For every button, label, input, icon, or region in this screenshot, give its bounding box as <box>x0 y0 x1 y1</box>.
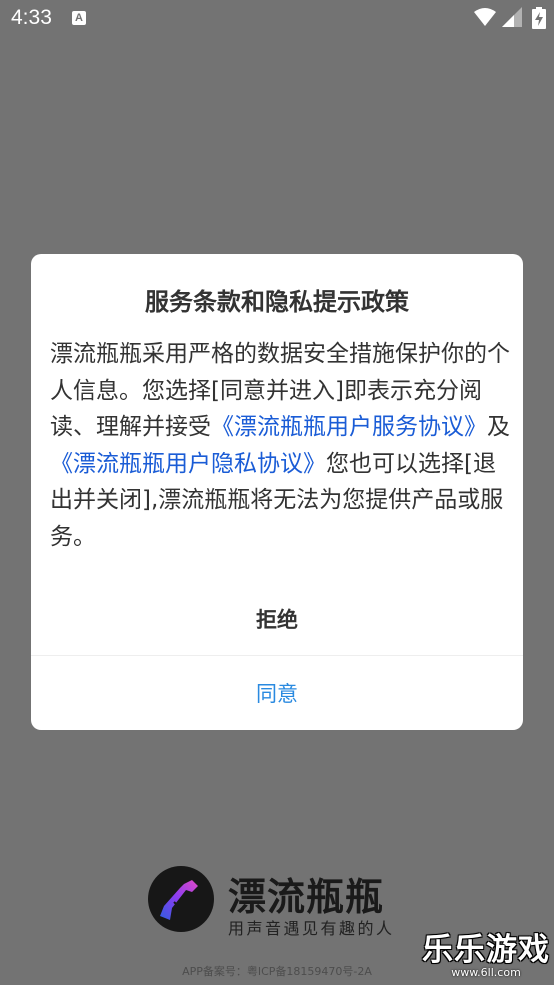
user-agreement-link[interactable]: 《漂流瓶瓶用户服务协议》 <box>211 414 487 440</box>
app-slogan: 用声音遇见有趣的人 <box>228 919 395 938</box>
status-bar: 4:33 A <box>0 0 554 38</box>
dialog-body: 漂流瓶瓶采用严格的数据安全措施保护你的个人信息。您选择[同意并进入]即表示充分阅… <box>50 336 510 555</box>
privacy-dialog: 服务条款和隐私提示政策 漂流瓶瓶采用严格的数据安全措施保护你的个人信息。您选择[… <box>31 254 523 730</box>
app-name: 漂流瓶瓶 <box>228 875 385 919</box>
wifi-icon <box>474 8 496 26</box>
battery-charging-icon <box>532 7 546 29</box>
agree-button[interactable]: 同意 <box>31 656 523 730</box>
privacy-policy-link[interactable]: 《漂流瓶瓶用户隐私协议》 <box>50 451 326 477</box>
watermark-url: www.6ll.com <box>451 966 521 979</box>
reject-button[interactable]: 拒绝 <box>31 584 523 654</box>
signal-icon <box>502 7 522 27</box>
body-text-2: 及 <box>487 414 510 440</box>
notification-a-icon: A <box>72 11 86 25</box>
watermark-text: 乐乐游戏 <box>422 932 550 968</box>
status-time: 4:33 <box>11 6 52 29</box>
dialog-title: 服务条款和隐私提示政策 <box>145 288 409 316</box>
site-watermark: 乐乐游戏 www.6ll.com <box>422 933 550 979</box>
app-logo-icon <box>148 866 214 932</box>
